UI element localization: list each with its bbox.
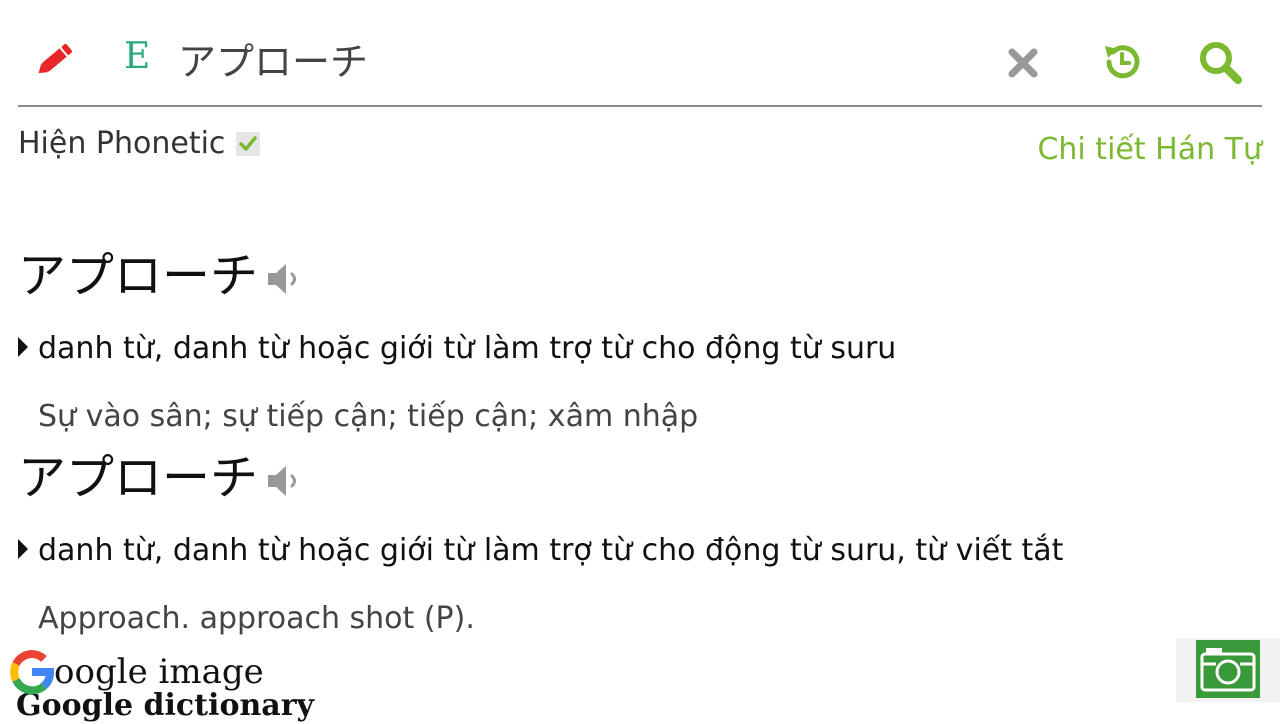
phonetic-label: Hiện Phonetic [18, 126, 226, 161]
entry-pos: danh từ, danh từ hoặc giới từ làm trợ từ… [18, 329, 896, 369]
caret-right-icon [18, 336, 28, 357]
entry-meaning: Approach. approach shot (P). [38, 601, 475, 636]
speaker-icon[interactable] [266, 260, 302, 298]
header-divider [18, 105, 1262, 107]
entry-pos-text: danh từ, danh từ hoặc giới từ làm trợ từ… [38, 533, 1064, 568]
kanji-detail-link[interactable]: Chi tiết Hán Tự [1037, 130, 1262, 170]
speaker-icon[interactable] [266, 462, 302, 500]
google-logo-icon [10, 650, 54, 695]
entry-pos-text: danh từ, danh từ hoặc giới từ làm trợ từ… [38, 331, 897, 366]
camera-button-container [1176, 638, 1280, 702]
close-icon[interactable] [1006, 46, 1040, 80]
google-image-label: oogle image [54, 652, 264, 692]
pencil-icon[interactable] [34, 40, 76, 80]
phonetic-checkbox[interactable] [236, 132, 260, 156]
entry-word: アプローチ [18, 450, 259, 506]
entry-meaning: Sự vào sân; sự tiếp cận; tiếp cận; xâm n… [38, 399, 699, 434]
search-input[interactable] [178, 30, 978, 86]
language-toggle[interactable]: E [124, 33, 150, 81]
entry-word: アプローチ [18, 248, 259, 304]
search-icon[interactable] [1197, 39, 1243, 85]
caret-right-icon [18, 538, 28, 559]
entry-pos: danh từ, danh từ hoặc giới từ làm trợ từ… [18, 531, 1063, 571]
history-icon[interactable] [1100, 40, 1144, 84]
camera-icon[interactable] [1196, 640, 1260, 698]
